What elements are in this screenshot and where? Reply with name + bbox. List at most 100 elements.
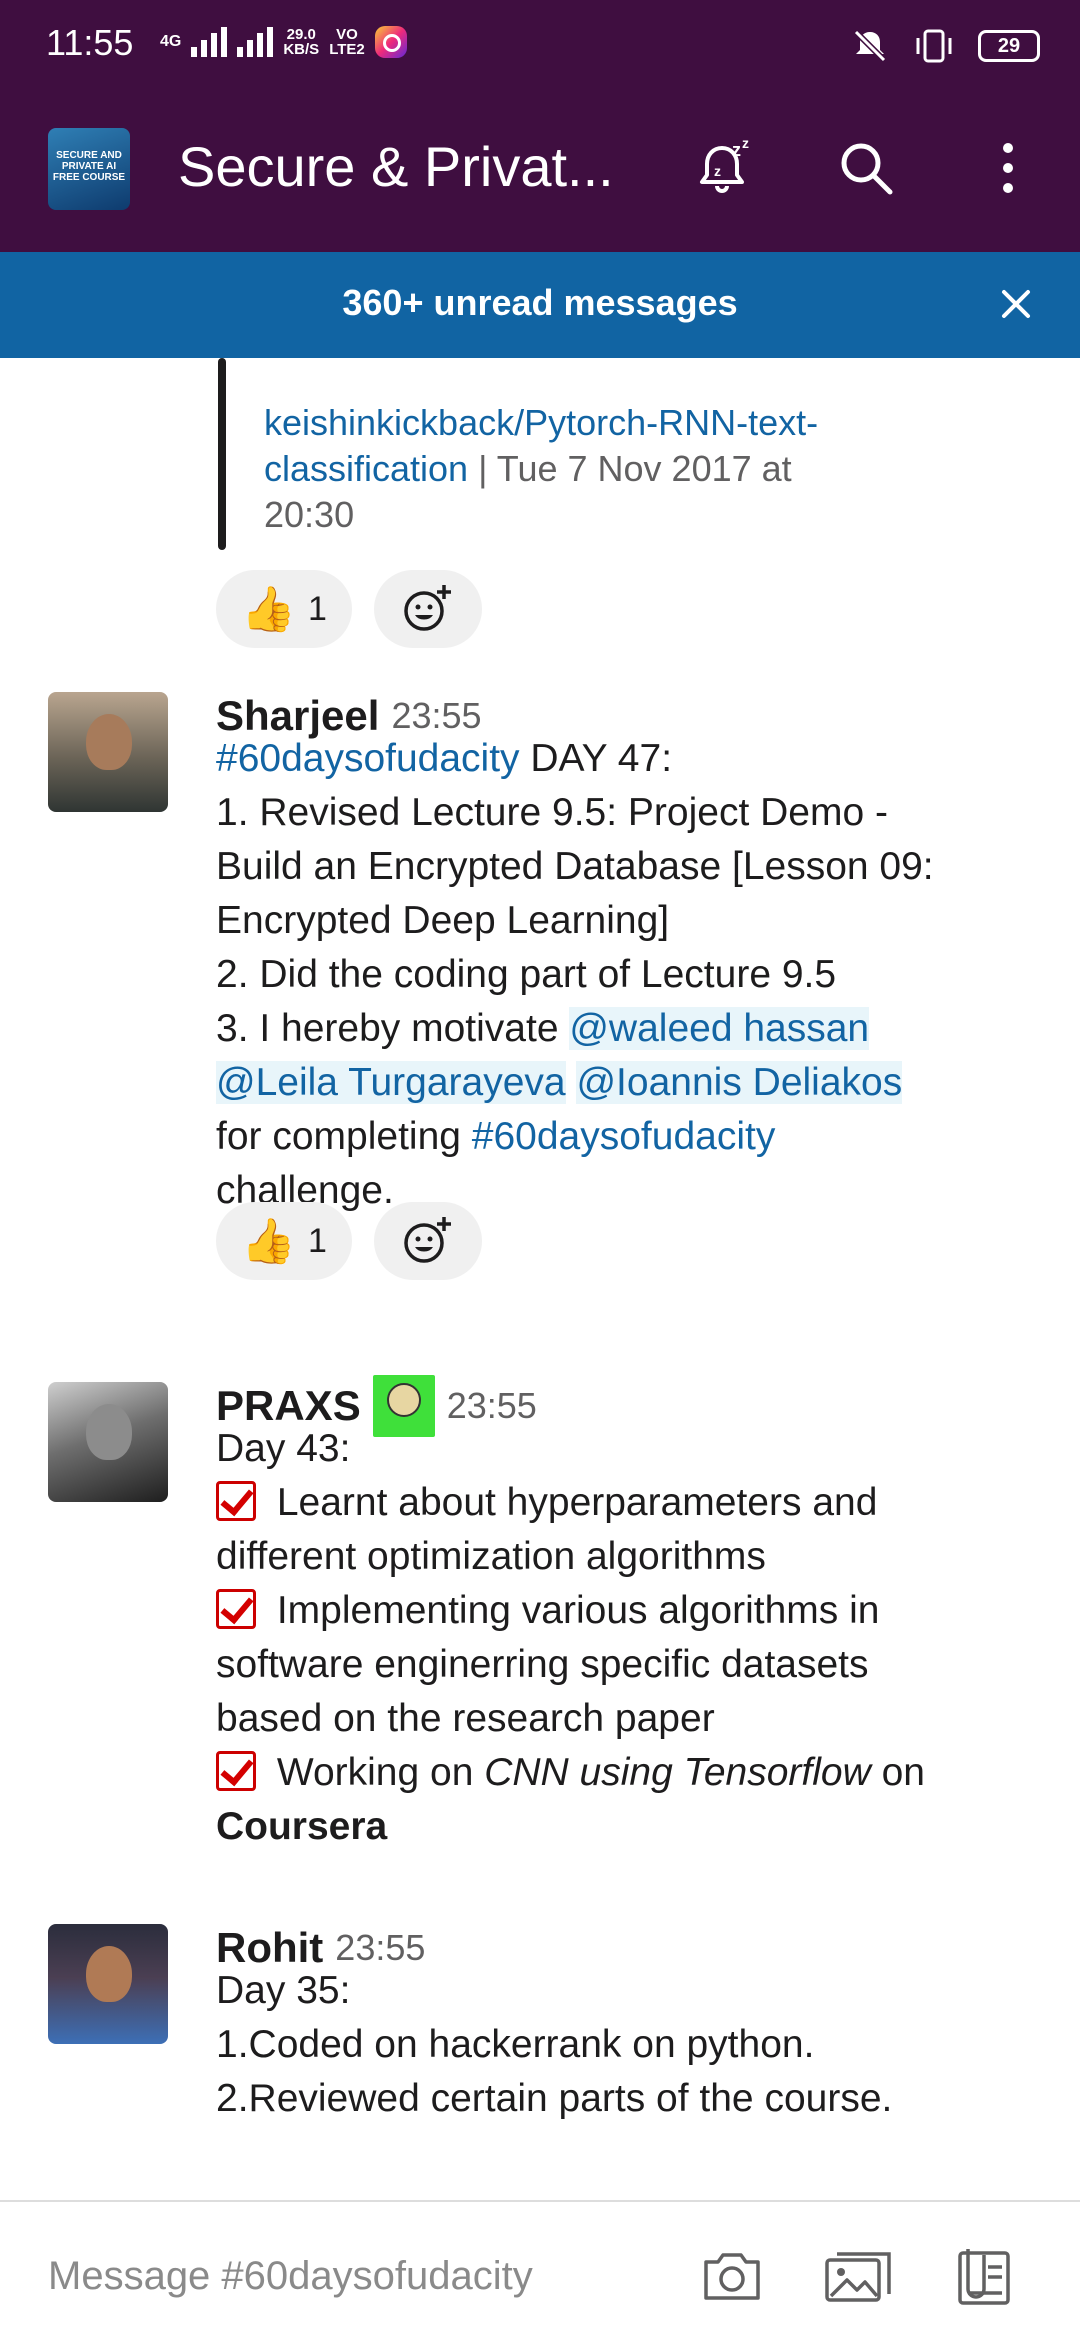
battery-indicator: 29 bbox=[978, 30, 1040, 62]
message-text: 2. Did the coding part of Lecture 9.5 bbox=[216, 953, 837, 996]
instagram-notification-icon bbox=[374, 26, 407, 58]
attachment-link-cont[interactable]: classification bbox=[264, 448, 468, 489]
close-icon[interactable] bbox=[992, 280, 1040, 328]
message-text: different optimization algorithms bbox=[216, 1535, 766, 1578]
message-input[interactable] bbox=[48, 2248, 648, 2304]
user-mention[interactable]: @Leila Turgarayeva bbox=[216, 1061, 566, 1104]
add-reaction-icon bbox=[404, 585, 451, 631]
channel-title[interactable]: Secure & Privat... bbox=[178, 134, 614, 199]
message-text: Learnt about hyperparameters and bbox=[266, 1481, 878, 1524]
svg-text:z: z bbox=[742, 136, 749, 151]
check-mark-emoji bbox=[216, 1589, 256, 1629]
attachment-quote-bar bbox=[218, 358, 226, 550]
message-text: 1.Coded on hackerrank on python. bbox=[216, 2023, 815, 2066]
message-text: 1. Revised Lecture 9.5: Project Demo - bbox=[216, 791, 888, 834]
user-mention[interactable]: @waleed hassan bbox=[569, 1007, 870, 1050]
network-speed: 29.0 KB/S bbox=[283, 27, 319, 57]
message-text: Day 35: bbox=[216, 1969, 351, 2012]
thumbs-up-emoji: 👍 bbox=[241, 585, 296, 634]
svg-text:z: z bbox=[714, 163, 721, 179]
channel-logo[interactable]: SECURE AND PRIVATE AI FREE COURSE bbox=[48, 128, 130, 210]
channel-link[interactable]: #60daysofudacity bbox=[472, 1115, 776, 1158]
add-reaction-button[interactable] bbox=[374, 1202, 482, 1280]
message-text-bold: Coursera bbox=[216, 1805, 388, 1848]
vibrate-icon bbox=[916, 29, 952, 63]
image-icon bbox=[825, 2252, 891, 2302]
message-composer bbox=[0, 2200, 1080, 2340]
message-text: Day 43: bbox=[216, 1427, 351, 1470]
svg-text:z: z bbox=[732, 140, 741, 160]
reaction-count: 1 bbox=[307, 1221, 327, 1260]
image-button[interactable] bbox=[818, 2236, 898, 2316]
avatar[interactable] bbox=[48, 1924, 168, 2044]
avatar-face bbox=[86, 1946, 132, 2002]
signal-icon bbox=[191, 27, 228, 57]
message-text: software enginerring specific datasets bbox=[216, 1643, 869, 1686]
message-body: #60daysofudacity DAY 47: 1. Revised Lect… bbox=[216, 732, 1036, 1218]
attachment-meta: | Tue 7 Nov 2017 at bbox=[468, 448, 792, 489]
message-reactions: 👍 1 bbox=[216, 1202, 482, 1280]
message-rohit[interactable]: Rohit 23:55 Day 35: 1.Coded on hackerran… bbox=[0, 1920, 1080, 2160]
message-text: Implementing various algorithms in bbox=[266, 1589, 880, 1632]
volte-indicator: VO LTE2 bbox=[329, 27, 365, 57]
message-list[interactable]: keishinkickback/Pytorch-RNN-text- classi… bbox=[0, 358, 1080, 2200]
message-praxs[interactable]: PRAXS 23:55 Day 43: Learnt about hyperpa… bbox=[0, 1375, 1080, 1848]
message-text-italic: CNN using Tensorflow bbox=[484, 1751, 871, 1794]
message-body: Day 43: Learnt about hyperparameters and… bbox=[216, 1422, 1036, 1854]
more-options-button[interactable] bbox=[968, 128, 1048, 208]
quoted-reactions: 👍 1 bbox=[216, 570, 482, 648]
add-reaction-icon bbox=[404, 1217, 451, 1263]
message-text: for completing bbox=[216, 1115, 472, 1158]
check-mark-emoji bbox=[216, 1481, 256, 1521]
unread-messages-text[interactable]: 360+ unread messages bbox=[0, 282, 1080, 324]
status-right-icons: 29 bbox=[850, 26, 1040, 66]
camera-icon bbox=[704, 2253, 760, 2300]
snooze-bell-icon: z zz bbox=[700, 136, 749, 193]
network-type: 4G bbox=[160, 33, 182, 50]
more-vertical-icon bbox=[1003, 143, 1013, 193]
unread-messages-banner[interactable]: 360+ unread messages bbox=[0, 252, 1080, 358]
message-time: 23:55 bbox=[446, 1385, 537, 1426]
attachment-meta-time: 20:30 bbox=[264, 494, 355, 535]
speed-unit: KB/S bbox=[283, 41, 320, 58]
files-button[interactable] bbox=[944, 2236, 1024, 2316]
signal-2-icon bbox=[237, 27, 274, 57]
message-text: Encrypted Deep Learning] bbox=[216, 899, 670, 942]
avatar-face bbox=[86, 714, 132, 770]
search-button[interactable] bbox=[826, 128, 906, 208]
avatar-face bbox=[86, 1404, 132, 1460]
thumbs-up-reaction[interactable]: 👍 1 bbox=[216, 570, 352, 648]
status-time: 11:55 bbox=[46, 22, 134, 63]
search-icon bbox=[841, 143, 893, 195]
status-bar: 11:55 4G 29.0 KB/S VO LTE2 29 bbox=[0, 0, 1080, 84]
mute-bell-icon bbox=[853, 29, 887, 63]
status-left-icons: 4G 29.0 KB/S VO LTE2 bbox=[160, 26, 407, 58]
message-text: Working on bbox=[266, 1751, 485, 1794]
message-time: 23:55 bbox=[335, 1927, 426, 1968]
camera-button[interactable] bbox=[692, 2236, 772, 2316]
message-text: Build an Encrypted Database [Lesson 09: bbox=[216, 845, 934, 888]
message-time: 23:55 bbox=[391, 695, 482, 736]
snooze-button[interactable]: zzz bbox=[684, 128, 764, 208]
add-reaction-button[interactable] bbox=[374, 570, 482, 648]
message-text: 2.Reviewed certain parts of the course. bbox=[216, 2077, 893, 2120]
attachment-link-block: keishinkickback/Pytorch-RNN-text- classi… bbox=[264, 400, 964, 538]
message-text: based on the research paper bbox=[216, 1697, 715, 1740]
message-text: on bbox=[870, 1751, 925, 1794]
thumbs-up-reaction[interactable]: 👍 1 bbox=[216, 1202, 352, 1280]
message-body: Day 35: 1.Coded on hackerrank on python.… bbox=[216, 1964, 1036, 2126]
attachment-link[interactable]: keishinkickback/Pytorch-RNN-text- bbox=[264, 402, 818, 443]
app-bar: SECURE AND PRIVATE AI FREE COURSE Secure… bbox=[0, 84, 1080, 252]
avatar[interactable] bbox=[48, 692, 168, 812]
user-mention[interactable]: @Ioannis Deliakos bbox=[576, 1061, 903, 1104]
reaction-count: 1 bbox=[307, 589, 327, 628]
channel-link[interactable]: #60daysofudacity bbox=[216, 737, 520, 780]
message-text: 3. I hereby motivate bbox=[216, 1007, 570, 1050]
files-icon bbox=[958, 2249, 1010, 2305]
thumbs-up-emoji: 👍 bbox=[241, 1217, 296, 1266]
avatar[interactable] bbox=[48, 1382, 168, 1502]
volte-bottom: LTE2 bbox=[329, 41, 365, 58]
check-mark-emoji bbox=[216, 1751, 256, 1791]
message-sharjeel[interactable]: Sharjeel 23:55 #60daysofudacity DAY 47: … bbox=[0, 688, 1080, 1280]
message-text: DAY 47: bbox=[519, 737, 673, 780]
